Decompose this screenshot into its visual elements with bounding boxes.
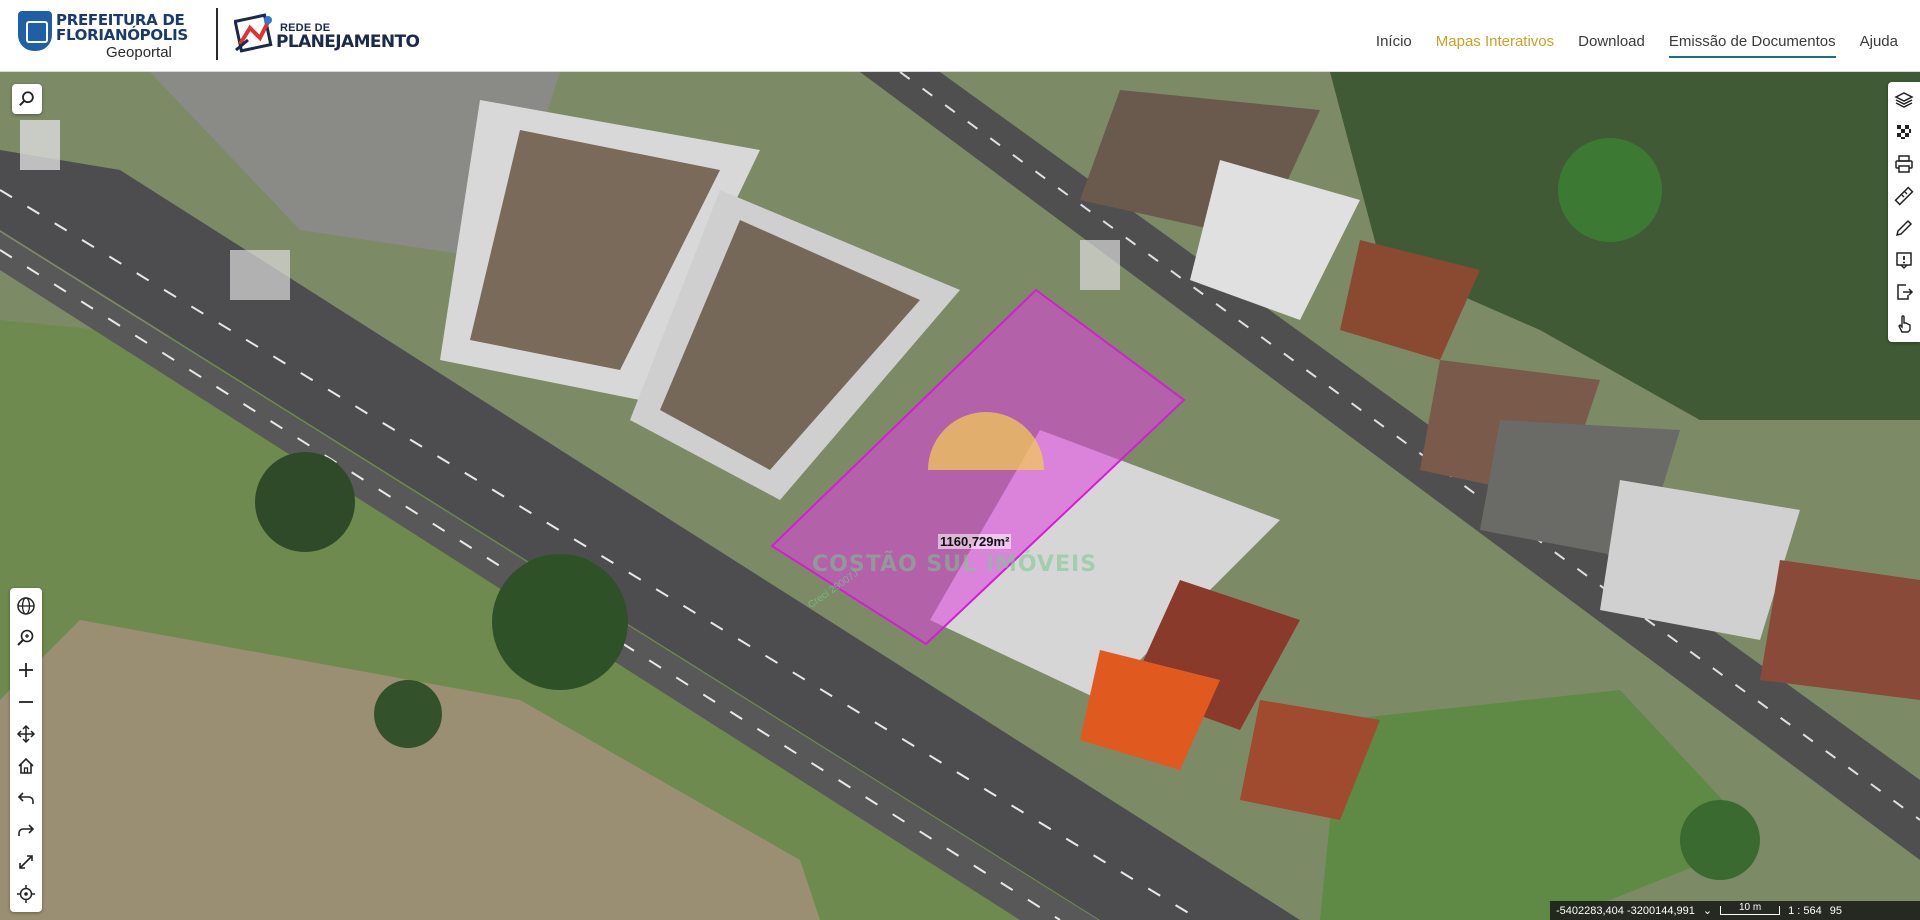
export-icon [1897, 284, 1914, 300]
nav-ajuda[interactable]: Ajuda [1860, 33, 1898, 58]
zoom-out-button[interactable] [10, 686, 42, 718]
aerial-imagery [0, 72, 1920, 920]
undo-icon [17, 792, 34, 804]
geoportal-label: Geoportal [106, 44, 172, 61]
draw-button[interactable] [1888, 212, 1920, 244]
hand-pointer-icon [1898, 315, 1911, 333]
nav-inicio[interactable]: Início [1376, 33, 1412, 58]
zoom-area-button[interactable] [10, 622, 42, 654]
zoom-area-icon [17, 629, 34, 646]
scale-ratio: 1 : 564 [1788, 904, 1822, 917]
tree [1558, 138, 1662, 242]
status-extra: 95 [1829, 904, 1842, 917]
rede-planejamento-logo[interactable]: REDE DE PLANEJAMENTO [232, 8, 422, 62]
print-button[interactable] [1888, 148, 1920, 180]
basemap-button[interactable] [10, 590, 42, 622]
export-button[interactable] [1888, 276, 1920, 308]
layers-button[interactable] [1888, 84, 1920, 116]
info-icon [1896, 252, 1912, 270]
pencil-icon [1895, 219, 1913, 237]
print-icon [1895, 155, 1913, 173]
tree [374, 680, 442, 748]
redo-extent-button[interactable] [10, 814, 42, 846]
scale-bar-label: 10 m [1738, 902, 1762, 913]
search-icon [19, 91, 34, 107]
measure-button[interactable] [1888, 180, 1920, 212]
zoom-out-icon [19, 701, 33, 703]
crosswalk [1080, 240, 1120, 290]
pan-button[interactable] [10, 718, 42, 750]
planejamento-label: PLANEJAMENTO [276, 32, 420, 52]
nav-emissao-documentos[interactable]: Emissão de Documentos [1668, 33, 1836, 58]
nav-mapas-interativos[interactable]: Mapas Interativos [1436, 33, 1554, 58]
layers-icon [1894, 92, 1914, 108]
building-roof [1760, 560, 1920, 700]
globe-icon [17, 597, 35, 615]
identify-button[interactable] [1888, 308, 1920, 340]
scale-bar: 10 m [1720, 903, 1781, 915]
header-divider [216, 8, 218, 60]
rede-planejamento-mark-icon [234, 13, 273, 53]
undo-extent-button[interactable] [10, 782, 42, 814]
prefeitura-line2: FLORIANÓPOLIS [56, 26, 188, 44]
map-status-bar: -5402283,404 -3200144,991 ⌄ 10 m 1 : 564… [1550, 901, 1920, 920]
transparency-button[interactable] [1888, 116, 1920, 148]
coordinate-readout: -5402283,404 -3200144,991 [1556, 904, 1695, 917]
zoom-in-button[interactable] [10, 654, 42, 686]
locate-icon [17, 885, 35, 903]
parcel-area-label: 1160,729m² [938, 534, 1012, 549]
prefeitura-logo[interactable]: PREFEITURA DE FLORIANÓPOLIS Geoportal [18, 8, 188, 62]
left-toolbar [10, 588, 42, 912]
transparency-icon [1897, 125, 1911, 139]
tree [1680, 800, 1760, 880]
zoom-in-icon [19, 663, 33, 677]
pan-icon [16, 724, 36, 744]
right-toolbar [1888, 82, 1920, 342]
fullscreen-icon [19, 855, 33, 869]
tree [255, 452, 355, 552]
header: PREFEITURA DE FLORIANÓPOLIS Geoportal RE… [0, 0, 1920, 72]
fullscreen-button[interactable] [10, 846, 42, 878]
home-icon [18, 757, 34, 774]
ruler-icon [1894, 186, 1914, 206]
tree [492, 554, 628, 690]
coordinate-system-dropdown[interactable]: ⌄ [1703, 904, 1712, 917]
nav-download[interactable]: Download [1578, 33, 1645, 58]
home-extent-button[interactable] [10, 750, 42, 782]
redo-icon [18, 824, 35, 836]
crosswalk [20, 120, 60, 170]
florianopolis-shield-icon [18, 11, 52, 51]
watermark-text: COSTÃO SUL IMÓVEIS [812, 552, 1098, 577]
info-button[interactable] [1888, 244, 1920, 276]
crosswalk [230, 250, 290, 300]
main-nav: Início Mapas Interativos Download Emissã… [1376, 33, 1898, 58]
map-search-button[interactable] [12, 84, 42, 114]
locate-button[interactable] [10, 878, 42, 910]
aerial-map[interactable]: Creci 29007J [0, 72, 1920, 920]
